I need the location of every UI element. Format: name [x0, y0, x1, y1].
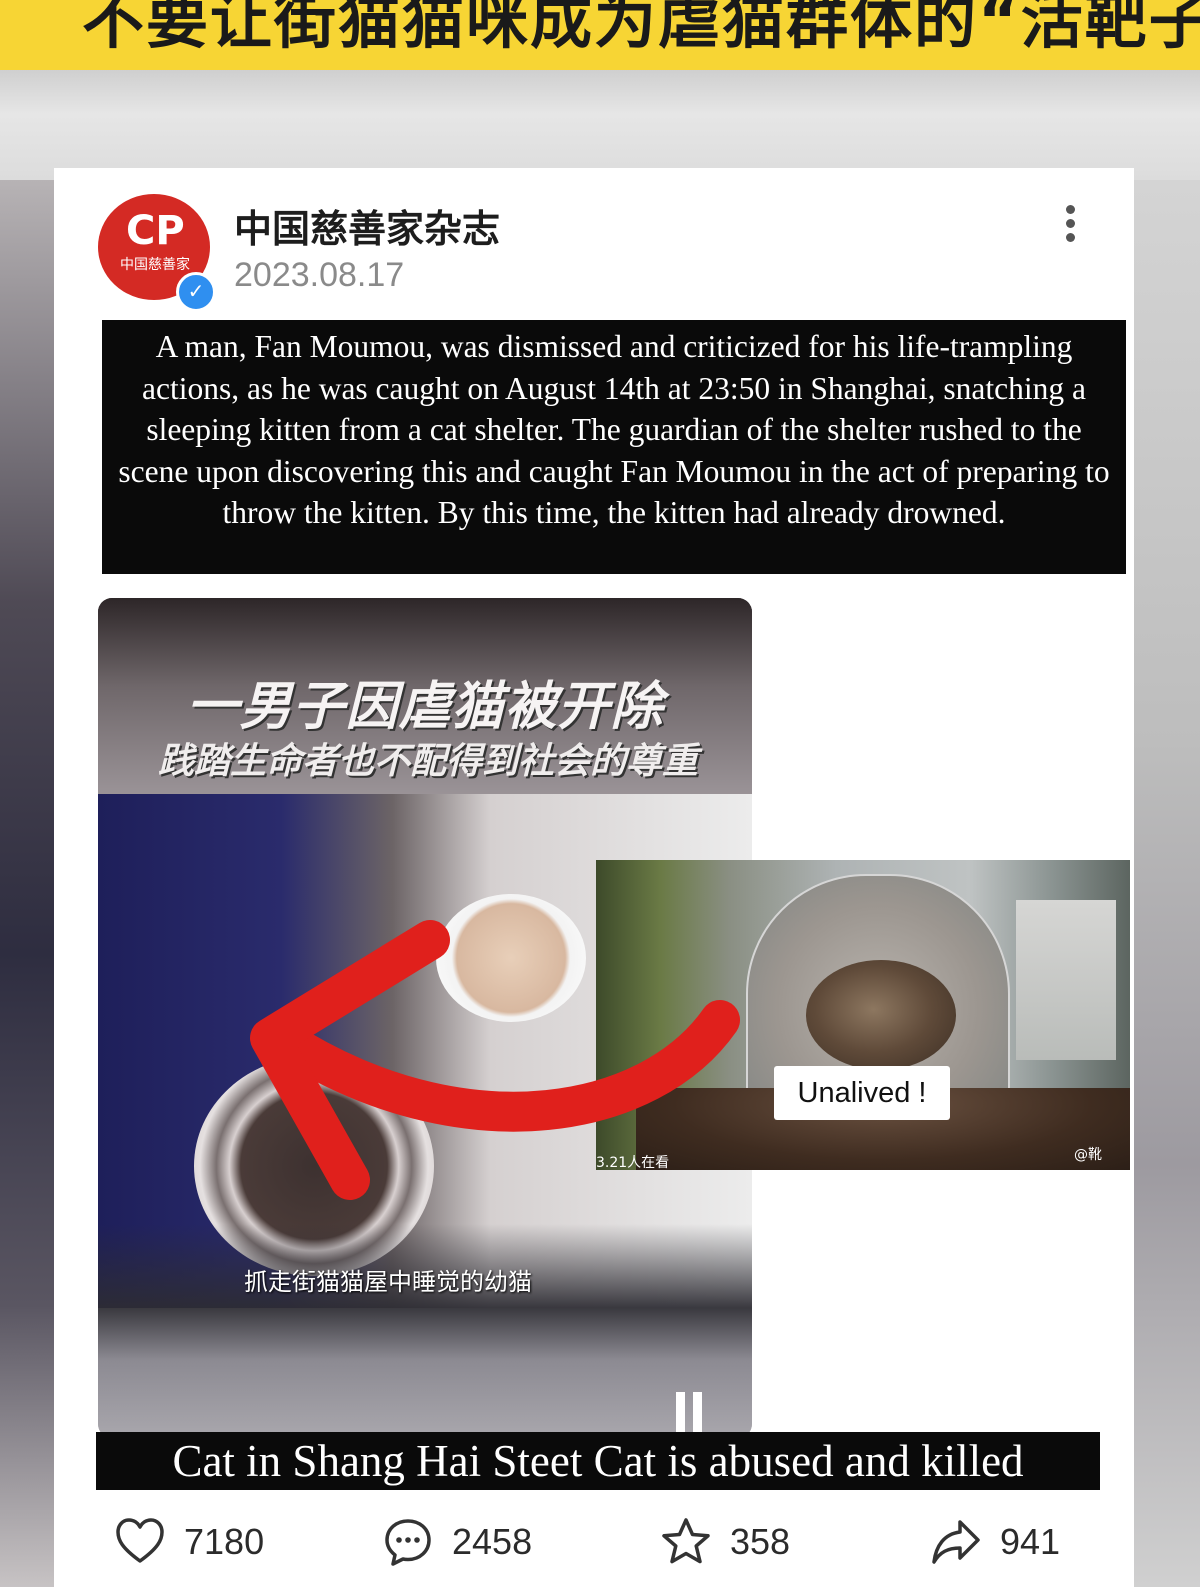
- favorite-count: 358: [730, 1521, 791, 1562]
- inset-label: Unalived !: [774, 1066, 950, 1120]
- caption-box: A man, Fan Moumou, was dismissed and cri…: [102, 320, 1126, 574]
- comment-icon: [385, 1519, 431, 1566]
- building: [1016, 900, 1116, 1060]
- video-bottom: [98, 1308, 752, 1438]
- background-left: [0, 180, 56, 1587]
- more-options-icon[interactable]: [1054, 202, 1086, 248]
- pause-icon[interactable]: [676, 1392, 710, 1432]
- video-title: 一男子因虐猫被开除: [186, 676, 664, 737]
- comment-button[interactable]: 2458: [382, 1512, 532, 1572]
- caption-text: A man, Fan Moumou, was dismissed and cri…: [118, 329, 1110, 531]
- account-name[interactable]: 中国慈善家杂志: [234, 198, 500, 253]
- comment-count: 2458: [452, 1521, 533, 1562]
- avatar-org-text: 中国慈善家: [120, 257, 190, 273]
- heart-icon: [116, 1518, 164, 1563]
- avatar-logo: CP: [126, 208, 185, 254]
- sleeping-kitten: [806, 960, 956, 1070]
- share-button[interactable]: 941: [930, 1512, 1060, 1572]
- headline-text: 不要让街猫猫咪成为虐猫群体的“活靶子”: [82, 0, 1200, 57]
- share-count: 941: [1000, 1521, 1061, 1562]
- verified-icon: ✓: [176, 272, 216, 312]
- star-icon: [662, 1518, 710, 1564]
- video-subtitle: 践踏生命者也不配得到社会的尊重: [157, 740, 698, 782]
- headline-banner: 不要让街猫猫咪成为虐猫群体的“活靶子”: [0, 0, 1200, 70]
- favorite-button[interactable]: 358: [660, 1512, 790, 1572]
- post-date: 2023.08.17: [234, 256, 405, 294]
- bottom-caption: Cat in Shang Hai Steet Cat is abused and…: [96, 1432, 1100, 1490]
- watermark: @靴: [1074, 1147, 1102, 1163]
- like-count: 7180: [184, 1521, 265, 1562]
- video-scene-text: 抓走街猫猫屋中睡觉的幼猫: [244, 1268, 532, 1296]
- like-button[interactable]: 7180: [114, 1512, 264, 1572]
- share-icon: [932, 1520, 980, 1564]
- background-right: [1130, 180, 1200, 1587]
- action-bar: 7180 2458 358 941: [54, 1502, 1134, 1587]
- video-header: 一男子因虐猫被开除 践踏生命者也不配得到社会的尊重: [98, 598, 752, 794]
- background-top: [0, 70, 1200, 180]
- red-arrow-icon: [250, 920, 740, 1200]
